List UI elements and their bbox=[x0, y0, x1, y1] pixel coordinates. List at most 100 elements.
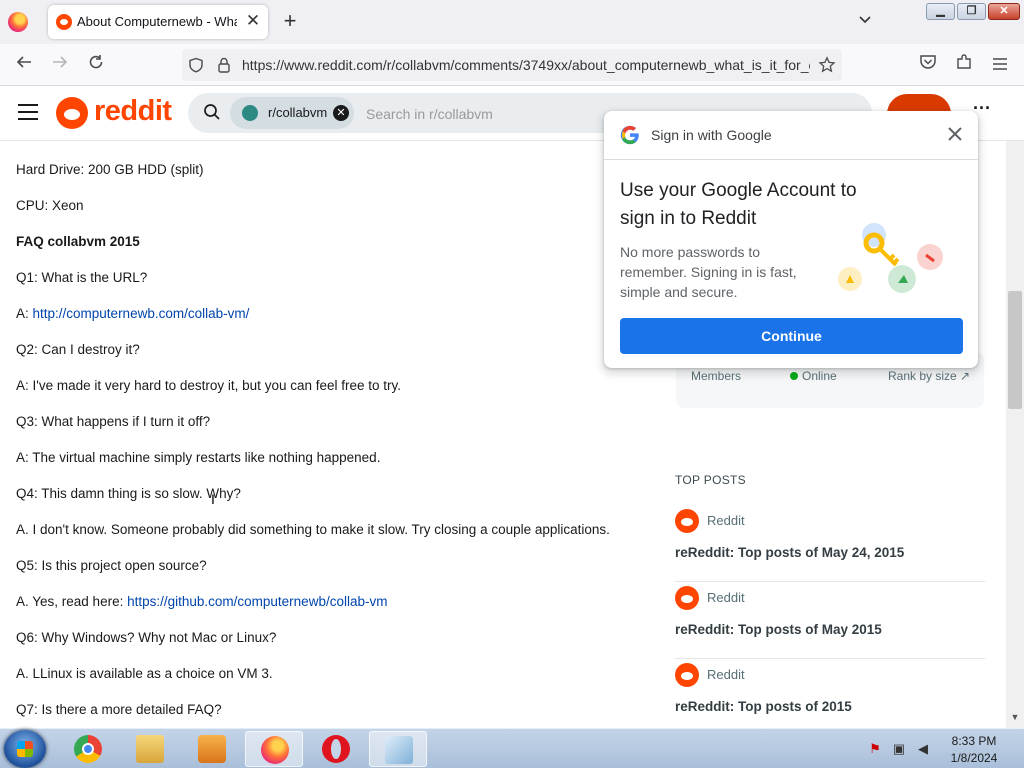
reload-icon bbox=[89, 55, 103, 69]
post-line: A: The virtual machine simply restarts l… bbox=[16, 450, 381, 465]
google-popup-body: No more passwords to remember. Signing i… bbox=[620, 244, 797, 300]
page-scrollbar[interactable]: ▼ bbox=[1006, 141, 1024, 728]
post-line: Q2: Can I destroy it? bbox=[16, 342, 140, 357]
notepad-taskbar-button[interactable] bbox=[369, 731, 427, 767]
continue-button[interactable]: Continue bbox=[620, 318, 963, 354]
faq-url-link[interactable]: http://computernewb.com/collab-vm/ bbox=[33, 306, 250, 321]
clock-time[interactable]: 8:33 PM bbox=[940, 734, 1008, 748]
top-post-title[interactable]: reReddit: Top posts of May 24, 2015 bbox=[675, 545, 904, 560]
key-illustration-icon bbox=[838, 223, 943, 293]
close-window-button[interactable]: ✕ bbox=[988, 3, 1020, 20]
new-tab-button[interactable]: + bbox=[280, 10, 300, 34]
reload-button[interactable] bbox=[84, 53, 108, 77]
browser-tab-bar: About Computernewb - What i ✕ + ▁ ❐ ✕ bbox=[0, 0, 1024, 44]
maximize-window-button[interactable]: ❐ bbox=[957, 3, 986, 20]
notepad-icon bbox=[385, 736, 413, 764]
post-line: A. Yes, read here: https://github.com/co… bbox=[16, 594, 387, 609]
hamburger-menu-icon[interactable] bbox=[18, 104, 38, 120]
members-label: Members bbox=[691, 369, 742, 383]
chevron-down-icon bbox=[859, 16, 871, 24]
online-dot-icon bbox=[790, 372, 798, 380]
pocket-button[interactable] bbox=[916, 53, 940, 77]
reddit-snoo-icon[interactable] bbox=[56, 97, 88, 129]
chrome-icon bbox=[74, 735, 102, 763]
firefox-taskbar-button[interactable] bbox=[245, 731, 303, 767]
google-logo-icon bbox=[620, 125, 639, 145]
answer-prefix: A: bbox=[16, 306, 33, 321]
browser-nav-bar: https://www.reddit.com/r/collabvm/commen… bbox=[0, 44, 1024, 86]
post-line: A: I've made it very hard to destroy it,… bbox=[16, 378, 402, 393]
minimize-window-button[interactable]: ▁ bbox=[926, 3, 955, 20]
list-all-tabs-button[interactable] bbox=[855, 12, 875, 32]
folder-icon bbox=[136, 735, 164, 763]
reddit-avatar-icon bbox=[675, 586, 699, 610]
network-icon[interactable]: ▣ bbox=[891, 741, 907, 757]
post-line: Hard Drive: 200 GB HDD (split) bbox=[16, 162, 204, 177]
scroll-thumb[interactable] bbox=[1008, 291, 1022, 409]
top-post-author[interactable]: Reddit bbox=[707, 667, 745, 682]
start-button[interactable] bbox=[4, 730, 46, 768]
post-line: A. I don't know. Someone probably did so… bbox=[16, 522, 610, 537]
system-tray: ⚑ ▣ ◀ bbox=[864, 737, 944, 761]
close-icon[interactable] bbox=[944, 123, 966, 145]
subreddit-search-chip[interactable]: r/collabvm ✕ bbox=[230, 97, 354, 129]
pocket-icon bbox=[920, 55, 936, 69]
post-line: Q5: Is this project open source? bbox=[16, 558, 207, 573]
opera-taskbar-button[interactable] bbox=[307, 731, 365, 767]
url-text[interactable]: https://www.reddit.com/r/collabvm/commen… bbox=[242, 57, 810, 73]
tab-close-button[interactable]: ✕ bbox=[244, 11, 262, 31]
clock-date[interactable]: 1/8/2024 bbox=[940, 751, 1008, 765]
puzzle-icon bbox=[957, 54, 971, 69]
top-post-item[interactable]: Reddit reReddit: Top posts of May 2015 bbox=[675, 582, 985, 659]
post-line: Q3: What happens if I turn it off? bbox=[16, 414, 211, 429]
subreddit-avatar bbox=[242, 105, 258, 121]
address-bar[interactable]: https://www.reddit.com/r/collabvm/commen… bbox=[182, 49, 842, 81]
reddit-wordmark[interactable]: reddit bbox=[94, 95, 172, 128]
shield-icon[interactable] bbox=[188, 57, 204, 73]
forward-button[interactable] bbox=[48, 53, 72, 77]
top-post-title[interactable]: reReddit: Top posts of May 2015 bbox=[675, 622, 882, 637]
chrome-taskbar-button[interactable] bbox=[59, 731, 117, 767]
firefox-icon bbox=[261, 736, 289, 764]
post-line: Q4: This damn thing is so slow. Why? bbox=[16, 486, 241, 501]
extensions-button[interactable] bbox=[952, 53, 976, 77]
scroll-down-arrow-icon[interactable]: ▼ bbox=[1009, 712, 1021, 724]
post-line: A. LLinux is available as a choice on VM… bbox=[16, 666, 273, 681]
google-popup-header: Sign in with Google bbox=[651, 127, 772, 143]
opera-icon bbox=[322, 735, 350, 763]
restore-icon: ❐ bbox=[966, 5, 977, 17]
top-post-title[interactable]: reReddit: Top posts of 2015 bbox=[675, 699, 852, 714]
media-player-icon bbox=[198, 735, 226, 763]
tab-title: About Computernewb - What i bbox=[77, 14, 237, 29]
volume-muted-icon[interactable]: ◀ bbox=[915, 741, 931, 757]
github-link[interactable]: https://github.com/computernewb/collab-v… bbox=[127, 594, 387, 609]
menu-button[interactable] bbox=[988, 53, 1012, 77]
reddit-avatar-icon bbox=[675, 663, 699, 687]
top-post-item[interactable]: Reddit reReddit: Top posts of May 24, 20… bbox=[675, 505, 985, 582]
google-sign-in-popup: Sign in with Google Use your Google Acco… bbox=[604, 111, 978, 368]
top-post-item[interactable]: Reddit reReddit: Top posts of 2015 bbox=[675, 659, 985, 736]
hamburger-menu-icon bbox=[993, 58, 1007, 70]
minimize-icon: ▁ bbox=[936, 5, 945, 17]
browser-tab[interactable]: About Computernewb - What i ✕ bbox=[48, 5, 268, 39]
action-center-flag-icon[interactable]: ⚑ bbox=[867, 741, 883, 757]
popup-divider bbox=[604, 159, 978, 160]
media-player-taskbar-button[interactable] bbox=[183, 731, 241, 767]
forward-arrow-icon bbox=[53, 56, 68, 68]
post-line: Q1: What is the URL? bbox=[16, 270, 148, 285]
lock-icon[interactable] bbox=[217, 57, 231, 73]
firefox-icon[interactable] bbox=[8, 12, 28, 32]
top-post-author[interactable]: Reddit bbox=[707, 513, 745, 528]
answer-prefix: A. Yes, read here: bbox=[16, 594, 128, 609]
bookmark-star-icon[interactable] bbox=[818, 56, 836, 74]
reddit-favicon-icon bbox=[56, 14, 72, 30]
top-post-author[interactable]: Reddit bbox=[707, 590, 745, 605]
explorer-taskbar-button[interactable] bbox=[121, 731, 179, 767]
chip-remove-icon[interactable]: ✕ bbox=[333, 105, 349, 121]
back-button[interactable] bbox=[12, 53, 36, 77]
text-cursor-icon: I bbox=[211, 491, 215, 507]
search-icon bbox=[204, 104, 220, 120]
rank-by-size-link[interactable]: Rank by size ↗ bbox=[888, 369, 970, 383]
chip-label: r/collabvm bbox=[268, 105, 328, 120]
post-line: Q7: Is there a more detailed FAQ? bbox=[16, 702, 222, 717]
